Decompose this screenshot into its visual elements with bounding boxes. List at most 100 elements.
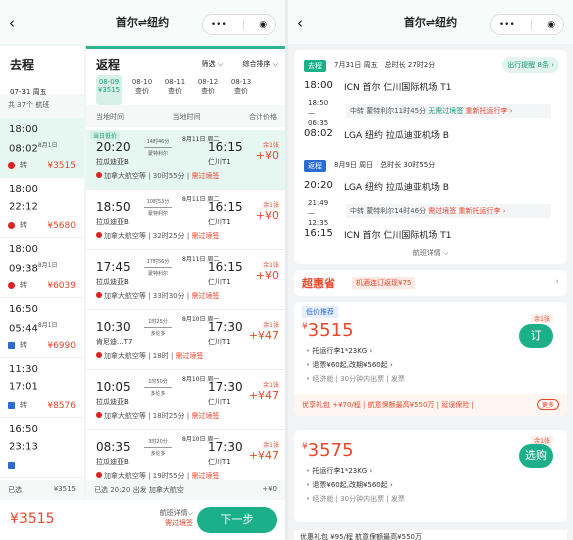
date-price: 查价 [135,87,149,95]
return-flight-row[interactable]: 18:50 10时53分 蒙特利尔 8月11日 周二 16:15 拉瓜迪亚B 仁川… [86,190,285,250]
return-arr-airport: ICN 首尔 仁川国际机场 T1 [344,231,452,241]
return-title: 返程 [96,58,121,72]
offer-refund-2[interactable]: 退票¥60起,改期¥560起 › [306,480,392,490]
page-title: 首尔⇌纽约 [115,16,170,29]
return-tag: 返程 [304,160,326,172]
miniapp-capsule-2: ••• ◉ [490,14,564,35]
outbound-arr-time: 08:02 [304,128,333,139]
airline-info: 加拿大航空等 | 18时 | 需过境签 [96,351,204,361]
page-title-2: 首尔⇌纽约 [403,16,458,29]
air-canada-logo-icon [96,472,102,478]
date-tab[interactable]: 08-11 查价 [162,75,188,105]
outbound-flight-row[interactable]: 16:50 05:448月1日 转 ¥6990 [0,298,84,358]
book-button[interactable]: 订 [519,324,553,348]
outbound-flight-row[interactable]: 18:00 09:388月1日 转 ¥6039 [0,238,84,298]
close-icon[interactable]: ◉ [259,20,267,30]
arr-time: 05:448月1日 [9,322,58,335]
selected-label: 已选 [8,486,22,494]
airline-info: 加拿大航空等 | 32时25分 | 需过境签 [96,231,219,241]
sort-button[interactable]: 综合排序 ⌵ [242,59,278,69]
transfer-label: 转 [20,401,27,409]
arr-time: 17:30 [208,320,243,334]
date-tab[interactable]: 08-10 查价 [129,75,155,105]
dep-time: 10:05 [96,380,131,394]
arr-time: 16:15 [208,140,243,154]
buy-button[interactable]: 选购 [519,444,553,468]
offer-baggage-2[interactable]: 托运行李1*23KG › [306,466,372,476]
dep-airport: 拉瓜迪亚B [96,458,129,466]
transfer-label: 转 [20,281,27,289]
outbound-flight-row[interactable]: 18:00 22:12 转 ¥5680 [0,178,84,238]
right-screen: ‹ 首尔⇌纽约 ••• ◉ 去程 7月31日 周五 总时长 27时2分 出行提醒… [288,0,573,540]
dep-airport: 拉瓜迪亚B [96,278,129,286]
promo-banner[interactable]: 超惠省 机酒连订返现¥75 › [294,270,567,296]
return-flight-row[interactable]: 10:05 1时50分 多伦多 8月10日 周一 17:30 拉瓜迪亚B 仁川T1… [86,370,285,430]
dep-header: 当地时间 [96,113,124,121]
airline-logo-icon [8,462,15,469]
itinerary-card: 去程 7月31日 周五 总时长 27时2分 出行提醒 8条 › 18:00 IC… [294,50,567,264]
visa-warning: 需过境签 [165,519,193,527]
price-delta: 余1张 +¥47 [248,382,279,402]
date-label: 08-12 [197,78,219,86]
dep-time: 17:45 [96,260,131,274]
more-icon[interactable]: ••• [211,20,227,30]
dep-time: 11:30 [9,364,38,375]
arr-time: 16:15 [208,260,243,274]
outbound-flight-row[interactable]: 16:50 23:13 [0,418,84,478]
low-price-tag: 当日低价 [90,131,121,140]
back-arrow-icon[interactable]: ‹ [9,14,15,32]
outbound-flight-row[interactable]: 18:00 08:028月1日 转 ¥3515 [0,118,84,178]
arr-time: 17:01 [9,381,38,393]
flight-price: ¥6990 [47,341,76,351]
next-button[interactable]: 下一步 [197,507,277,533]
flight-details-toggle[interactable]: 航班详情⌵ 需过境签 [148,508,193,528]
travel-reminder-button[interactable]: 出行提醒 8条 › [502,57,559,73]
filter-button[interactable]: 筛选 ⌵ [201,59,223,69]
offer-price-2: ¥3575 [302,440,354,461]
return-stopover[interactable]: 中转 蒙特利尔14时46分 需过境签 重新托运行李 › [346,204,551,218]
chevron-right-icon: › [555,277,559,287]
date-label: 08-10 [131,78,153,86]
dep-time: 10:30 [96,320,131,334]
return-header: 返程 筛选 ⌵ 综合排序 ⌵ [86,49,285,75]
column-headers: 当地时间 当地时间 合计价格 [86,105,285,127]
arr-airport: 仁川T1 [208,158,231,166]
more-icon[interactable]: ••• [499,20,515,30]
offer-ticketing-2: 经济舱 | 30分钟内出票 | 发票 [306,494,405,504]
divider [530,19,532,30]
gift-package[interactable]: 优享礼包 +¥70/程 | 航意保额最高¥550万 | 延误保险 | 更多 [294,394,567,416]
selected-return-text: 已选 20:20 出发 加拿大航空 [94,486,184,494]
return-flight-row[interactable]: 当日低价 20:20 14时46分 蒙特利尔 8月11日 周二 16:15 拉瓜迪… [86,130,285,190]
offer-baggage[interactable]: 托运行李1*23KG › [306,346,372,356]
offer-refund[interactable]: 退票¥60起,改期¥560起 › [306,360,392,370]
arr-airport: 仁川T1 [208,218,231,226]
price-delta: 余1张 +¥0 [255,142,279,162]
outbound-date-info: 7月31日 周五 总时长 27时2分 [334,61,436,69]
return-flight-row[interactable]: 17:45 17时56分 蒙特利尔 8月11日 周二 16:15 拉瓜迪亚B 仁川… [86,250,285,310]
selected-return-price: +¥0 [262,485,277,493]
air-canada-logo-icon [96,412,102,418]
flight-price: ¥3515 [47,161,76,171]
arr-time: 17:30 [208,380,243,394]
return-flight-row[interactable]: 10:30 1时25分 多伦多 8月10日 周一 17:30 肯尼迪...T7 仁… [86,310,285,370]
outbound-stop-times: 18:50 — 06:35 [308,99,329,127]
arr-time: 23:13 [9,441,38,453]
air-canada-logo-icon [96,352,102,358]
outbound-stopover[interactable]: 中转 蒙特利尔11时45分 无需过境签 重新托运行李 › [346,104,551,118]
transfer-label: 转 [20,161,27,169]
arr-time: 17:30 [208,440,243,454]
airline-logo-icon [8,282,15,289]
close-icon[interactable]: ◉ [547,20,555,30]
date-tab[interactable]: 08-09 ¥3515 [96,75,122,105]
date-price: 查价 [201,87,215,95]
flight-details-link[interactable]: 航班详情 ⌵ [294,248,567,258]
date-tab[interactable]: 08-13 查价 [228,75,254,105]
back-arrow-icon[interactable]: ‹ [297,14,303,32]
outbound-flight-row[interactable]: 11:30 17:01 转 ¥8576 [0,358,84,418]
date-tab[interactable]: 08-12 查价 [195,75,221,105]
dep-time: 16:50 [9,424,38,435]
flight-price: ¥8576 [47,401,76,411]
more-button[interactable]: 更多 [536,399,559,410]
airline-logo-icon [8,222,15,229]
offer-label: 低价推荐 [302,306,338,318]
